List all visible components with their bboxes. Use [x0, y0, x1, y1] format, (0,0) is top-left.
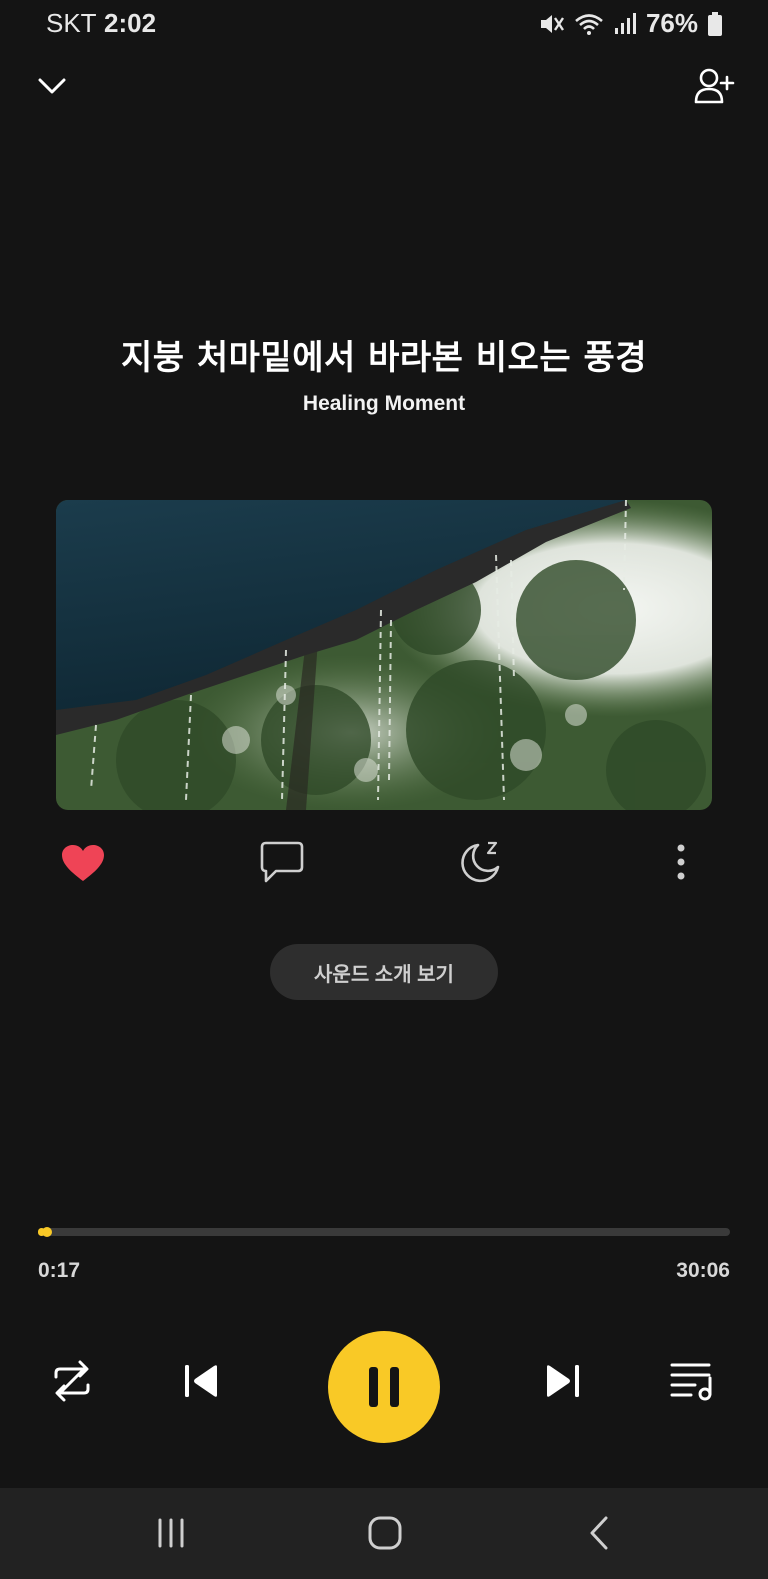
wifi-icon [575, 13, 603, 35]
recent-apps-button[interactable] [146, 1510, 196, 1556]
progress-slider[interactable] [38, 1227, 730, 1237]
status-bar: SKT 2:02 76% [0, 0, 768, 50]
battery-icon [708, 11, 722, 36]
sound-intro-button[interactable]: 사운드 소개 보기 [270, 944, 498, 1000]
track-artist: Healing Moment [302, 392, 466, 415]
chevron-down-icon [38, 78, 66, 94]
previous-button[interactable] [178, 1358, 224, 1404]
current-time: 0:17 [38, 1259, 81, 1282]
clock: 2:02 [104, 8, 157, 38]
add-user-icon [694, 68, 735, 104]
playlist-button[interactable] [666, 1356, 718, 1406]
home-button[interactable] [360, 1510, 410, 1556]
previous-icon [185, 1365, 217, 1397]
playlist-icon [670, 1363, 712, 1401]
back-button[interactable] [576, 1510, 622, 1556]
track-title: 지붕 처마밑에서 바라본 비오는 풍경 [120, 338, 648, 378]
repeat-button[interactable] [46, 1356, 98, 1406]
signal-icon [614, 12, 636, 34]
invite-button[interactable] [690, 64, 738, 108]
comment-button[interactable] [258, 840, 306, 884]
progress-knob[interactable] [41, 1227, 52, 1237]
next-icon [547, 1365, 579, 1397]
carrier-label: SKT [46, 8, 97, 38]
total-time: 30:06 [676, 1259, 730, 1282]
repeat-icon [54, 1360, 90, 1402]
more-button[interactable] [666, 840, 696, 884]
system-navigation-bar [0, 1488, 768, 1579]
comment-icon [260, 841, 304, 883]
sleep-timer-icon [461, 841, 500, 883]
home-icon [368, 1516, 402, 1550]
status-icons: 76% [538, 8, 722, 39]
battery-percent: 76% [645, 8, 698, 38]
like-button[interactable] [58, 842, 108, 884]
album-artwork [56, 500, 712, 810]
collapse-button[interactable] [30, 66, 74, 106]
next-button[interactable] [540, 1358, 586, 1404]
heart-icon [62, 845, 104, 881]
more-icon [677, 844, 685, 880]
sleep-timer-button[interactable] [456, 838, 506, 884]
pause-button[interactable] [328, 1331, 440, 1443]
recent-apps-icon [158, 1518, 184, 1548]
back-icon [590, 1516, 608, 1550]
pause-icon [369, 1367, 399, 1407]
mute-icon [540, 14, 564, 33]
